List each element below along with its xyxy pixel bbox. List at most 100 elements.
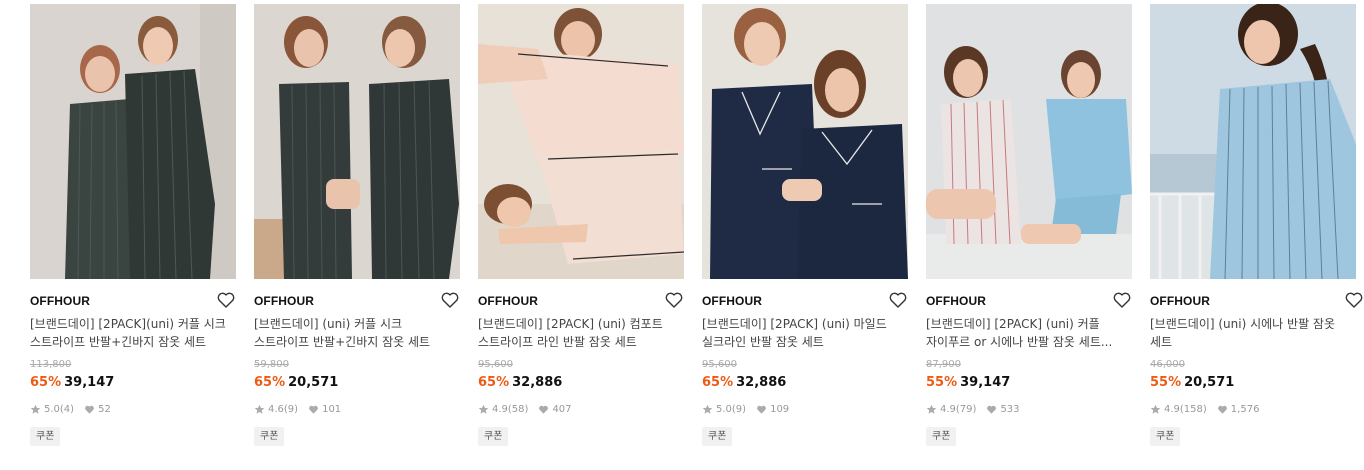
price-row: 65% 39,147 xyxy=(30,375,114,390)
like-count: 1,576 xyxy=(1230,404,1260,415)
discount-rate: 65% xyxy=(478,375,510,390)
star-icon xyxy=(926,404,937,415)
review-count: (9) xyxy=(731,404,747,415)
product-title[interactable]: [브랜드데이] [2PACK](uni) 커플 시크 스트라이프 반팔+긴바지 … xyxy=(30,315,230,351)
heart-filled-icon xyxy=(756,404,767,415)
discount-rate: 55% xyxy=(926,375,958,390)
product-photo xyxy=(702,4,908,279)
rating-likes: 4.6 (9) 101 xyxy=(254,404,341,415)
wishlist-heart-icon[interactable] xyxy=(216,290,236,310)
product-photo xyxy=(30,4,236,279)
star-icon xyxy=(30,404,41,415)
coupon-badge: 쿠폰 xyxy=(702,427,733,446)
price-row: 65% 20,571 xyxy=(254,375,338,390)
brand-name[interactable]: OFFHOUR xyxy=(1150,294,1210,308)
like-count: 52 xyxy=(98,404,111,415)
original-price: 46,000 xyxy=(1150,359,1185,370)
wishlist-heart-icon[interactable] xyxy=(888,290,908,310)
heart-filled-icon xyxy=(308,404,319,415)
product-image[interactable] xyxy=(702,4,908,279)
wishlist-heart-icon[interactable] xyxy=(1344,290,1364,310)
like-count: 533 xyxy=(1000,404,1020,415)
sale-price: 32,886 xyxy=(736,375,787,390)
price-row: 55% 20,571 xyxy=(1150,375,1234,390)
product-image[interactable] xyxy=(254,4,460,279)
heart-filled-icon xyxy=(538,404,549,415)
sale-price: 39,147 xyxy=(64,375,115,390)
star-icon xyxy=(478,404,489,415)
original-price: 87,900 xyxy=(926,359,961,370)
product-card[interactable]: OFFHOUR [브랜드데이] [2PACK] (uni) 마일드 실크라인 반… xyxy=(702,0,908,470)
brand-name[interactable]: OFFHOUR xyxy=(30,294,90,308)
price-row: 55% 39,147 xyxy=(926,375,1010,390)
brand-name[interactable]: OFFHOUR xyxy=(478,294,538,308)
product-title[interactable]: [브랜드데이] [2PACK] (uni) 컴포트 스트라이프 라인 반팔 잠옷… xyxy=(478,315,678,351)
original-price: 59,800 xyxy=(254,359,289,370)
review-count: (158) xyxy=(1179,404,1207,415)
brand-name[interactable]: OFFHOUR xyxy=(702,294,762,308)
product-photo xyxy=(478,4,684,279)
sale-price: 20,571 xyxy=(1184,375,1235,390)
product-title[interactable]: [브랜드데이] [2PACK] (uni) 마일드 실크라인 반팔 잠옷 세트 xyxy=(702,315,902,351)
product-card[interactable]: OFFHOUR [브랜드데이] [2PACK] (uni) 커플 자이푸르 or… xyxy=(926,0,1132,470)
rating-value: 4.9 xyxy=(940,404,956,415)
like-count: 101 xyxy=(322,404,342,415)
discount-rate: 65% xyxy=(702,375,734,390)
product-photo xyxy=(1150,4,1356,279)
coupon-badge: 쿠폰 xyxy=(30,427,61,446)
original-price: 95,600 xyxy=(702,359,737,370)
like-count: 109 xyxy=(770,404,790,415)
like-count: 407 xyxy=(552,404,572,415)
brand-name[interactable]: OFFHOUR xyxy=(254,294,314,308)
rating-likes: 5.0 (4) 52 xyxy=(30,404,111,415)
coupon-badge: 쿠폰 xyxy=(1150,427,1181,446)
rating-value: 4.9 xyxy=(492,404,508,415)
brand-name[interactable]: OFFHOUR xyxy=(926,294,986,308)
wishlist-heart-icon[interactable] xyxy=(1112,290,1132,310)
coupon-badge: 쿠폰 xyxy=(254,427,285,446)
rating-likes: 4.9 (58) 407 xyxy=(478,404,572,415)
product-photo xyxy=(254,4,460,279)
product-card[interactable]: OFFHOUR [브랜드데이] [2PACK](uni) 커플 시크 스트라이프… xyxy=(30,0,236,470)
original-price: 113,800 xyxy=(30,359,72,370)
review-count: (9) xyxy=(283,404,299,415)
coupon-badge: 쿠폰 xyxy=(478,427,509,446)
discount-rate: 65% xyxy=(30,375,62,390)
rating-likes: 5.0 (9) 109 xyxy=(702,404,789,415)
product-photo xyxy=(926,4,1132,279)
discount-rate: 65% xyxy=(254,375,286,390)
price-row: 65% 32,886 xyxy=(702,375,786,390)
product-card[interactable]: OFFHOUR [브랜드데이] (uni) 시에나 반팔 잠옷 세트 46,00… xyxy=(1150,0,1363,470)
product-image[interactable] xyxy=(30,4,236,279)
product-title[interactable]: [브랜드데이] (uni) 시에나 반팔 잠옷 세트 xyxy=(1150,315,1350,351)
rating-value: 4.6 xyxy=(268,404,284,415)
original-price: 95,600 xyxy=(478,359,513,370)
coupon-badge: 쿠폰 xyxy=(926,427,957,446)
star-icon xyxy=(1150,404,1161,415)
product-card[interactable]: OFFHOUR [브랜드데이] [2PACK] (uni) 컴포트 스트라이프 … xyxy=(478,0,684,470)
product-title[interactable]: [브랜드데이] [2PACK] (uni) 커플 자이푸르 or 시에나 반팔 … xyxy=(926,315,1126,351)
heart-filled-icon xyxy=(84,404,95,415)
star-icon xyxy=(702,404,713,415)
heart-filled-icon xyxy=(1217,404,1228,415)
rating-likes: 4.9 (158) 1,576 xyxy=(1150,404,1259,415)
heart-filled-icon xyxy=(986,404,997,415)
sale-price: 39,147 xyxy=(960,375,1011,390)
product-image[interactable] xyxy=(1150,4,1356,279)
product-card[interactable]: OFFHOUR [브랜드데이] (uni) 커플 시크 스트라이프 반팔+긴바지… xyxy=(254,0,460,470)
price-row: 65% 32,886 xyxy=(478,375,562,390)
review-count: (79) xyxy=(955,404,977,415)
review-count: (4) xyxy=(59,404,75,415)
product-image[interactable] xyxy=(926,4,1132,279)
product-title[interactable]: [브랜드데이] (uni) 커플 시크 스트라이프 반팔+긴바지 잠옷 세트 xyxy=(254,315,454,351)
star-icon xyxy=(254,404,265,415)
discount-rate: 55% xyxy=(1150,375,1182,390)
rating-value: 4.9 xyxy=(1164,404,1180,415)
wishlist-heart-icon[interactable] xyxy=(440,290,460,310)
rating-value: 5.0 xyxy=(44,404,60,415)
sale-price: 32,886 xyxy=(512,375,563,390)
sale-price: 20,571 xyxy=(288,375,339,390)
wishlist-heart-icon[interactable] xyxy=(664,290,684,310)
product-image[interactable] xyxy=(478,4,684,279)
rating-likes: 4.9 (79) 533 xyxy=(926,404,1020,415)
